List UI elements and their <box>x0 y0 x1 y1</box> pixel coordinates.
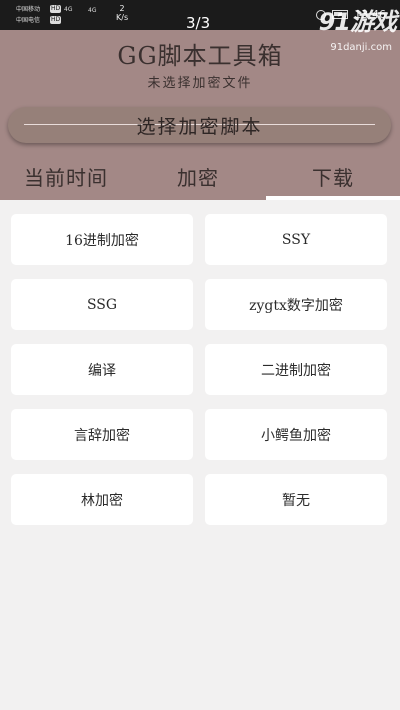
option-lin-encrypt[interactable]: 林加密 <box>11 474 193 525</box>
option-binary-encrypt[interactable]: 二进制加密 <box>205 344 387 395</box>
tab-current-time[interactable]: 当前时间 <box>8 162 124 200</box>
option-ssg[interactable]: SSG <box>11 279 193 330</box>
option-crocodile-encrypt[interactable]: 小鳄鱼加密 <box>205 409 387 460</box>
watermark-logo: 91游戏 91danji.com <box>318 2 397 53</box>
hd-badge-2: HD <box>50 16 62 24</box>
tab-selected-indicator <box>266 196 400 200</box>
header: GG脚本工具箱 未选择加密文件 选择加密脚本 当前时间 加密 下载 <box>0 30 400 200</box>
option-yanci-encrypt[interactable]: 言辞加密 <box>11 409 193 460</box>
select-script-label: 选择加密脚本 <box>136 116 263 138</box>
speed-value: 2 <box>119 4 125 13</box>
signal-icon-1: 4G <box>64 6 73 13</box>
tab-download[interactable]: 下载 <box>266 162 400 200</box>
carrier-label-2: 中国电信 <box>16 17 41 24</box>
option-ssy[interactable]: SSY <box>205 214 387 265</box>
network-speed: 2 K/s <box>116 4 128 22</box>
speed-unit: K/s <box>116 13 129 22</box>
option-none-yet[interactable]: 暂无 <box>205 474 387 525</box>
signal-icon-2: 4G <box>88 7 97 14</box>
select-script-button[interactable]: 选择加密脚本 <box>8 107 391 143</box>
watermark-url: 91danji.com <box>330 42 392 53</box>
option-compile[interactable]: 编译 <box>11 344 193 395</box>
watermark-brand: 91游戏 <box>318 8 397 36</box>
tab-encrypt[interactable]: 加密 <box>150 162 246 200</box>
file-status-subtitle: 未选择加密文件 <box>147 76 253 91</box>
hd-badge-1: HD <box>50 5 62 13</box>
option-zygtx-numeric-encrypt[interactable]: zygtx数字加密 <box>205 279 387 330</box>
option-hex-encrypt[interactable]: 16进制加密 <box>11 214 193 265</box>
carrier-label-1: 中国移动 <box>16 6 41 13</box>
